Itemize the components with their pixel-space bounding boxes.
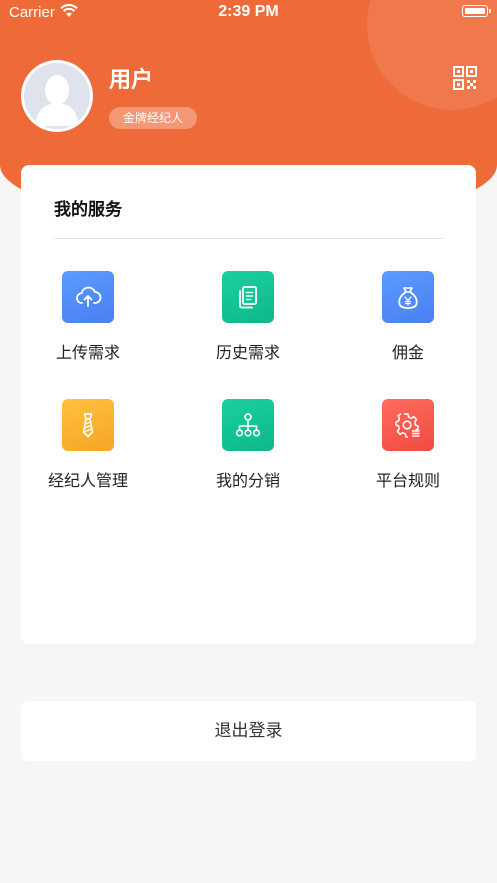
network-icon	[235, 413, 261, 437]
service-platform-rules[interactable]: 平台规则	[348, 399, 468, 499]
rank-badge: 金牌经纪人	[109, 107, 198, 129]
logout-button[interactable]: 退出登录	[21, 701, 476, 761]
qr-code-icon[interactable]	[453, 66, 477, 90]
service-label: 佣金	[391, 343, 424, 362]
service-label: 我的分销	[215, 471, 280, 490]
service-commission[interactable]: 佣金	[348, 271, 468, 371]
battery-icon	[462, 5, 491, 17]
service-history-request[interactable]: 历史需求	[188, 271, 308, 371]
cloud-upload-icon	[76, 286, 102, 307]
service-label: 历史需求	[215, 343, 280, 362]
service-my-distribution[interactable]: 我的分销	[188, 399, 308, 499]
divider	[54, 238, 443, 239]
service-label: 平台规则	[375, 471, 440, 490]
user-name: 用户	[109, 68, 154, 93]
person-silhouette-icon	[24, 63, 90, 129]
service-label: 经纪人管理	[47, 471, 128, 490]
settings-gear-icon	[395, 413, 420, 438]
documents-icon	[239, 286, 257, 309]
clock: 2:39 PM	[218, 3, 279, 20]
avatar[interactable]	[21, 60, 93, 132]
service-broker-management[interactable]: 经纪人管理	[28, 399, 148, 499]
services-title: 我的服务	[54, 200, 122, 220]
services-card: 我的服务 上传需求 历史需求 佣金 经纪人管理 我的分销 平台规则	[21, 165, 476, 644]
status-bar: Carrier 2:39 PM	[0, 0, 497, 26]
service-label: 上传需求	[55, 343, 120, 362]
tie-icon	[82, 413, 94, 438]
service-upload-request[interactable]: 上传需求	[28, 271, 148, 371]
money-bag-icon	[398, 287, 418, 309]
